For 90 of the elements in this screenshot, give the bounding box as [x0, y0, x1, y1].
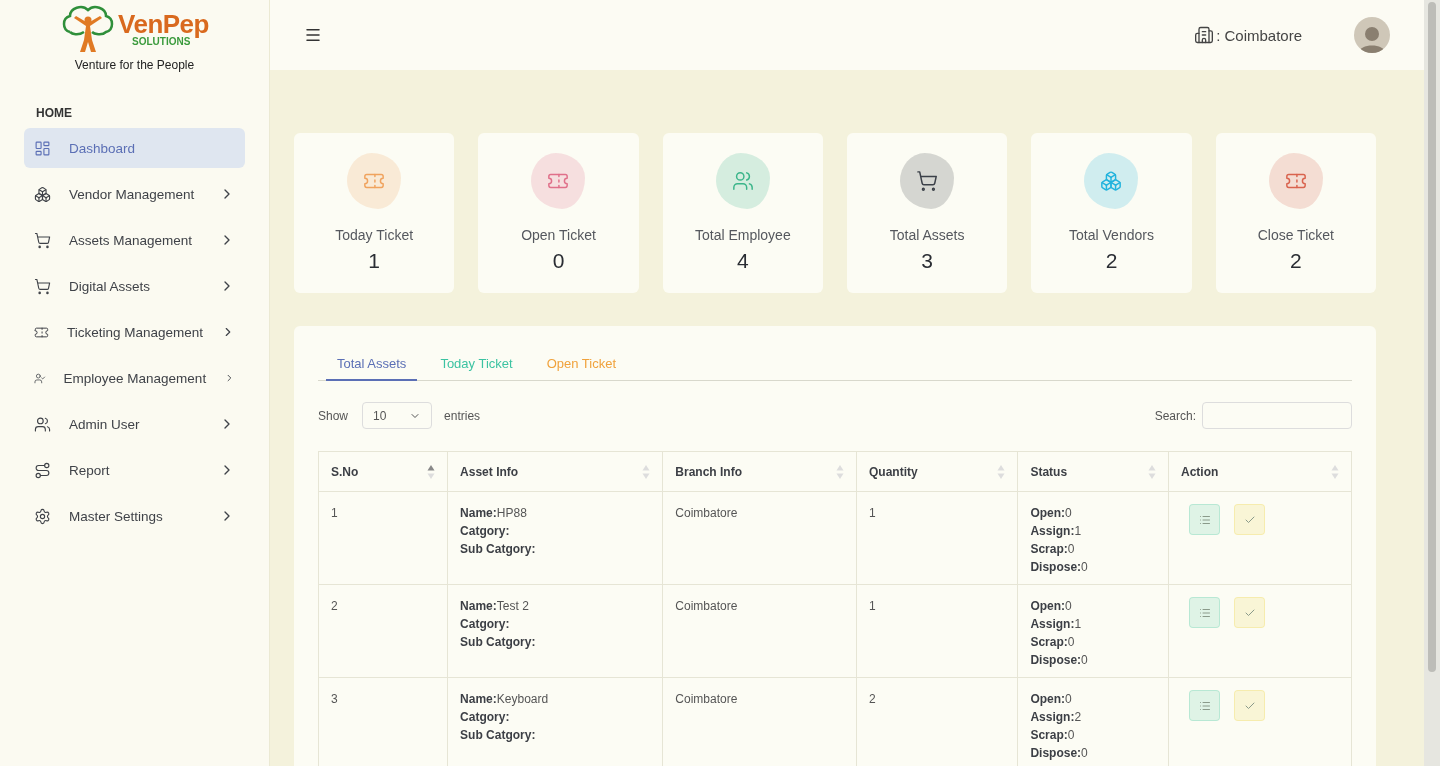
boxes-icon [1100, 170, 1123, 192]
table-cell: 3 [318, 677, 448, 766]
check-button[interactable] [1234, 597, 1266, 628]
stat-value: 0 [552, 249, 565, 273]
stat-label: Total Assets [889, 227, 965, 243]
route-icon [34, 461, 51, 479]
table-cell: 2 [318, 584, 448, 678]
status-line: Dispose:0 [1030, 559, 1089, 576]
asset-info-line: Name:Test 2 [460, 598, 530, 615]
asset-info-line: Name:Keyboard [460, 691, 550, 708]
column-header[interactable]: Status [1017, 451, 1169, 492]
search-field[interactable] [1202, 402, 1352, 429]
dashboard-icon [34, 139, 51, 157]
table-cell: 1 [318, 491, 448, 585]
brand-tagline: Venture for the People [74, 58, 195, 72]
boxes-icon [34, 185, 51, 203]
asset-info-line: Sub Catgory: [460, 727, 537, 744]
status-line: Assign:2 [1030, 709, 1083, 726]
status-line: Scrap:0 [1030, 727, 1076, 744]
settings-icon [34, 507, 51, 525]
entries-label: entries [444, 408, 481, 423]
page-size-select[interactable]: 10 [362, 402, 433, 429]
asset-info-line: Catgory: [460, 523, 511, 540]
menu-icon [304, 26, 322, 44]
stat-value: 1 [368, 249, 380, 273]
nav-item[interactable]: Vendor Management [24, 174, 245, 214]
table-cell: 1 [856, 584, 1018, 678]
stat-label: Open Ticket [521, 227, 596, 243]
status-line: Open:0 [1030, 691, 1073, 708]
nav-item[interactable]: Ticketing Management [24, 312, 245, 352]
status-line: Assign:1 [1030, 523, 1083, 540]
asset-info-line: Name:HP88 [460, 505, 528, 522]
stat-value: 2 [1105, 249, 1118, 273]
show-label: Show [318, 408, 349, 423]
cart-icon [34, 231, 51, 249]
status-line: Open:0 [1030, 505, 1073, 522]
list-icon [1198, 699, 1211, 712]
list-button[interactable] [1189, 690, 1221, 721]
stat-label: Total Vendors [1069, 227, 1154, 243]
stat-label: Today Ticket [335, 227, 414, 243]
table-cell: Coimbatore [662, 584, 857, 678]
status-line: Scrap:0 [1030, 541, 1076, 558]
brand-subtitle: SOLUTIONS [132, 37, 191, 47]
cart-icon [34, 277, 51, 295]
status-line: Scrap:0 [1030, 634, 1076, 651]
list-button[interactable] [1189, 597, 1221, 628]
nav-item[interactable]: Assets Management [24, 220, 245, 260]
column-header[interactable]: Asset Info [447, 451, 663, 492]
section-heading: HOME [36, 106, 73, 120]
table-cell: Coimbatore [662, 491, 857, 585]
list-button[interactable] [1189, 504, 1221, 535]
nav-item[interactable]: Report [24, 450, 245, 490]
stat-label: Total Employee [694, 227, 791, 243]
nav-item[interactable]: Digital Assets [24, 266, 245, 306]
asset-info-line: Catgory: [460, 616, 511, 633]
nav-item[interactable]: Employee Management [24, 358, 245, 398]
users-icon [34, 415, 51, 433]
building-icon [1194, 25, 1215, 45]
asset-info-line: Sub Catgory: [460, 634, 537, 651]
location-label: : Coimbatore [1216, 26, 1302, 44]
status-line: Dispose:0 [1030, 652, 1089, 669]
list-icon [1198, 606, 1211, 619]
search-label: Search: [1154, 408, 1196, 423]
check-button[interactable] [1234, 504, 1266, 535]
column-header[interactable]: S.No [318, 451, 448, 492]
tab[interactable]: Total Assets [326, 350, 418, 381]
column-header[interactable]: Branch Info [662, 451, 857, 492]
stat-value: 4 [736, 249, 749, 273]
asset-info-line: Sub Catgory: [460, 541, 537, 558]
stat-label: Close Ticket [1257, 227, 1334, 243]
status-line: Dispose:0 [1030, 745, 1089, 762]
menu-button[interactable] [304, 26, 322, 44]
users-icon [731, 170, 754, 192]
status-line: Open:0 [1030, 598, 1073, 615]
nav-item[interactable]: Dashboard [24, 128, 245, 168]
table-cell: 1 [856, 491, 1018, 585]
stat-value: 2 [1289, 249, 1302, 273]
stat-value: 3 [921, 249, 933, 273]
cart-icon [916, 170, 939, 192]
scrollbar[interactable] [1424, 0, 1440, 766]
brand-name: VenPep [118, 11, 209, 37]
avatar[interactable] [1354, 17, 1390, 53]
check-button[interactable] [1234, 690, 1266, 721]
list-icon [1198, 513, 1211, 526]
status-line: Assign:1 [1030, 616, 1083, 633]
column-header[interactable]: Quantity [856, 451, 1018, 492]
nav-item[interactable]: Master Settings [24, 496, 245, 536]
column-header[interactable]: Action [1168, 451, 1352, 492]
nav-item[interactable]: Admin User [24, 404, 245, 444]
asset-info-line: Catgory: [460, 709, 511, 726]
